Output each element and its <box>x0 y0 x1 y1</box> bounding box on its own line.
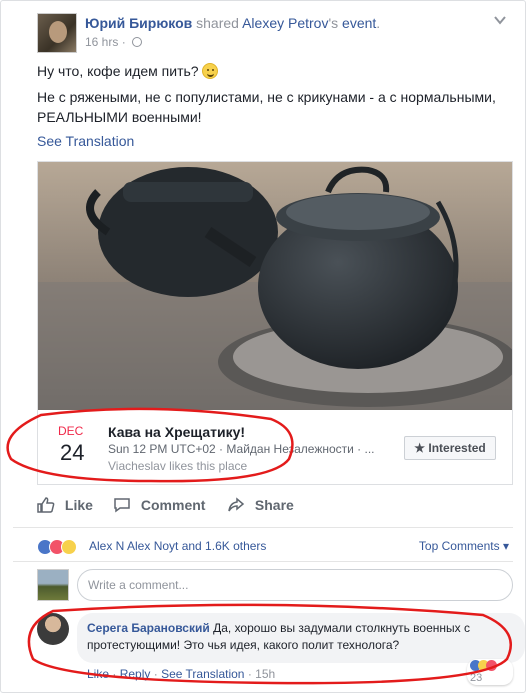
share-label: Share <box>254 497 294 513</box>
event-title-link[interactable]: Кава на Хрещатику! <box>108 424 245 440</box>
reaction-icons[interactable] <box>37 539 77 558</box>
write-comment-row: Write a comment... <box>37 567 513 603</box>
reactions-bar: Alex N Alex Noyt and 1.6K others Top Com… <box>37 537 513 557</box>
share-button[interactable]: Share <box>227 497 294 513</box>
current-user-avatar[interactable] <box>37 569 69 601</box>
share-icon <box>228 497 245 512</box>
reaction-names-link[interactable]: Alex N Alex Noyt and 1.6K others <box>89 539 266 553</box>
comment-footer: Like · Reply · See Translation · 15h <box>87 667 275 681</box>
shared-owner-link[interactable]: Alexey Petrov <box>242 15 328 31</box>
event-card[interactable]: DEC 24 Кава на Хрещатику! Sun 12 PM UTC+… <box>37 161 513 485</box>
comment-input[interactable]: Write a comment... <box>77 569 513 601</box>
chevron-down-icon[interactable] <box>493 13 507 27</box>
comment-reply-link[interactable]: Reply <box>120 667 151 681</box>
post-actions: Like Comment Share <box>37 485 513 525</box>
comment-reactions[interactable]: 23 <box>467 659 513 685</box>
star-icon: ★ <box>414 441 426 455</box>
post-text-line2: Не с ряжеными, не с популистами, не с кр… <box>37 89 496 125</box>
like-button[interactable]: Like <box>37 497 93 513</box>
smiley-icon <box>202 63 219 79</box>
post-header-line: Юрий Бирюков shared Alexey Petrov's even… <box>85 15 380 31</box>
divider <box>13 561 513 562</box>
post-timestamp[interactable]: 16 hrs <box>85 35 118 49</box>
shared-label: shared <box>196 15 239 31</box>
comment-button[interactable]: Comment <box>113 497 205 513</box>
thumbs-up-icon <box>37 497 55 513</box>
commenter-name-link[interactable]: Серега Барановский <box>87 621 210 635</box>
event-info: DEC 24 Кава на Хрещатику! Sun 12 PM UTC+… <box>38 410 512 486</box>
see-translation-link[interactable]: See Translation <box>37 133 134 149</box>
comment-placeholder: Write a comment... <box>88 578 189 592</box>
post-text-line1-content: Ну что, кофе идем пить? <box>37 63 199 79</box>
author-name-link[interactable]: Юрий Бирюков <box>85 15 192 31</box>
footer-dot: · <box>247 667 252 681</box>
like-label: Like <box>64 497 93 513</box>
comment-label: Comment <box>140 497 206 513</box>
caret-down-icon: ▾ <box>502 539 509 553</box>
footer-dot: · <box>112 667 117 681</box>
event-link[interactable]: event <box>342 15 376 31</box>
comment: Серега Барановский Да, хорошо вы задумал… <box>37 609 525 689</box>
post-header: Юрий Бирюков shared Alexey Petrov's even… <box>37 13 507 55</box>
commenter-avatar[interactable] <box>37 613 69 645</box>
possessive-suffix: 's <box>328 15 339 31</box>
feed-post: Юрий Бирюков shared Alexey Petrov's even… <box>0 0 526 693</box>
event-likes-place: Viacheslav likes this place <box>108 459 248 473</box>
event-month: DEC <box>58 424 84 438</box>
interested-label: Interested <box>428 441 486 455</box>
post-text-line1: Ну что, кофе идем пить? <box>37 63 219 79</box>
comment-like-link[interactable]: Like <box>87 667 109 681</box>
top-comments-dropdown[interactable]: Top Comments ▾ <box>419 539 509 553</box>
love-reaction-icon <box>486 660 497 671</box>
author-avatar[interactable] <box>37 13 77 53</box>
event-time-place: Sun 12 PM UTC+02 · Майдан Незалежности ·… <box>108 442 375 456</box>
divider <box>13 527 513 528</box>
globe-icon[interactable] <box>132 37 143 47</box>
event-cover-image[interactable] <box>38 162 512 410</box>
comment-see-translation-link[interactable]: See Translation <box>161 667 244 681</box>
footer-dot: · <box>153 667 158 681</box>
meta-separator: · <box>121 35 126 49</box>
event-day: 24 <box>60 440 85 465</box>
post-meta: 16 hrs · <box>85 35 143 49</box>
wow-reaction-icon <box>61 539 77 555</box>
comment-bubble: Серега Барановский Да, хорошо вы задумал… <box>77 613 525 663</box>
top-comments-label: Top Comments <box>418 539 500 553</box>
comment-reaction-count: 23 <box>470 672 483 684</box>
header-period: . <box>376 15 381 31</box>
comment-icon <box>114 498 130 513</box>
comment-timestamp[interactable]: 15h <box>255 667 275 681</box>
interested-button[interactable]: ★ Interested <box>404 436 496 460</box>
